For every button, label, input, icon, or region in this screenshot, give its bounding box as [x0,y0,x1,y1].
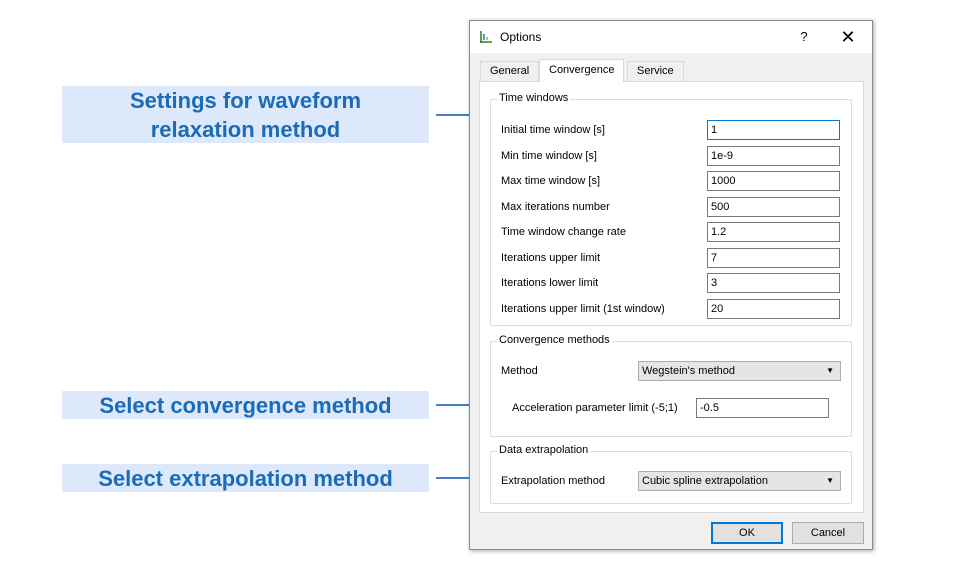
initial-time-window-input[interactable] [707,120,840,140]
time-windows-legend: Time windows [497,92,571,104]
max-iterations-input[interactable] [707,197,840,217]
extrapolation-select-value: Cubic spline extrapolation [642,475,768,487]
method-select[interactable]: Wegstein's method ▼ [638,361,841,381]
extrapolation-method-label: Extrapolation method [501,475,605,487]
callout-waveform-line2: relaxation method [150,116,341,142]
options-dialog: Options ? ✕ General Convergence Service … [469,20,873,550]
change-rate-label: Time window change rate [501,226,626,238]
max-time-window-label: Max time window [s] [501,175,601,187]
title-bar: Options ? ✕ [470,21,872,53]
iterations-lower-limit-label: Iterations lower limit [501,277,599,289]
min-time-window-label: Min time window [s] [501,150,597,162]
iterations-lower-limit-input[interactable] [707,273,840,293]
change-rate-input[interactable] [707,222,840,242]
acceleration-limit-label: Acceleration parameter limit (-5;1) [512,402,678,414]
dialog-title: Options [500,30,542,44]
callout-convergence: Select convergence method [62,391,429,419]
min-time-window-input[interactable] [707,146,840,166]
initial-time-window-label: Initial time window [s] [501,124,605,136]
tab-service[interactable]: Service [627,61,684,81]
data-extrapolation-group: Data extrapolation Extrapolation method … [490,444,852,504]
tab-convergence[interactable]: Convergence [539,59,625,82]
tab-general[interactable]: General [480,61,540,81]
close-button[interactable]: ✕ [834,26,862,48]
iterations-upper-limit-label: Iterations upper limit [501,252,601,264]
convergence-methods-legend: Convergence methods [497,334,612,346]
convergence-tab-pane: Time windows Initial time window [s] Min… [479,81,864,513]
method-label: Method [501,365,538,377]
callout-extrapolation: Select extrapolation method [62,464,429,492]
data-extrapolation-legend: Data extrapolation [497,444,591,456]
convergence-methods-group: Convergence methods Method Wegstein's me… [490,334,852,437]
callout-waveform-settings: Settings for waveform relaxation method [62,86,429,143]
acceleration-limit-input[interactable] [696,398,829,418]
iterations-upper-limit-input[interactable] [707,248,840,268]
iterations-upper-limit-1st-input[interactable] [707,299,840,319]
iterations-upper-limit-1st-label: Iterations upper limit (1st window) [501,303,665,315]
max-time-window-input[interactable] [707,171,840,191]
chart-icon [480,31,492,43]
cancel-button[interactable]: Cancel [792,522,864,544]
ok-button[interactable]: OK [711,522,783,544]
chevron-down-icon: ▼ [826,366,834,375]
method-select-value: Wegstein's method [642,365,736,377]
help-button[interactable]: ? [792,27,816,47]
max-iterations-label: Max iterations number [501,201,610,213]
extrapolation-method-select[interactable]: Cubic spline extrapolation ▼ [638,471,841,491]
time-windows-group: Time windows Initial time window [s] Min… [490,92,852,326]
callout-waveform-line1: Settings for waveform [129,87,362,113]
chevron-down-icon: ▼ [826,476,834,485]
